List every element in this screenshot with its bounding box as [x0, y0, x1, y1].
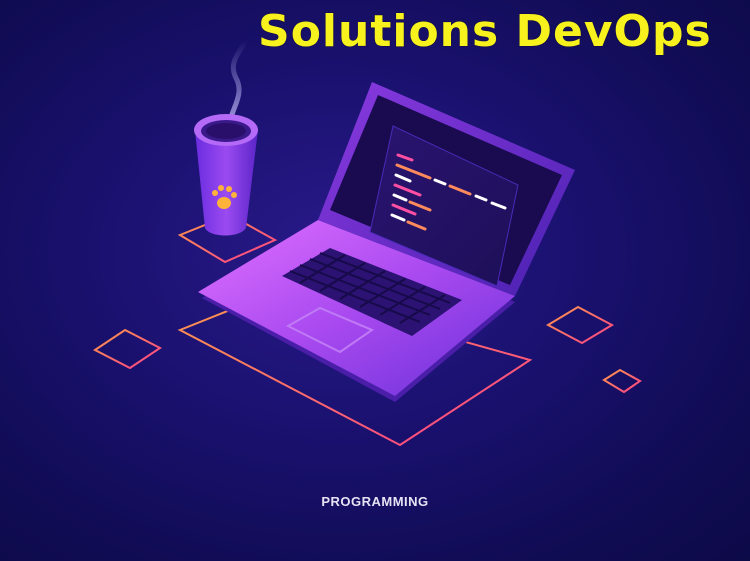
small-square-right [545, 305, 615, 345]
tiny-square-right [602, 368, 642, 394]
small-square-left [93, 328, 162, 370]
headline-title: Solutions DevOps [258, 6, 712, 57]
caption-label: PROGRAMMING [321, 494, 429, 509]
coffee-cup-icon [194, 37, 258, 236]
programming-illustration [93, 37, 642, 447]
